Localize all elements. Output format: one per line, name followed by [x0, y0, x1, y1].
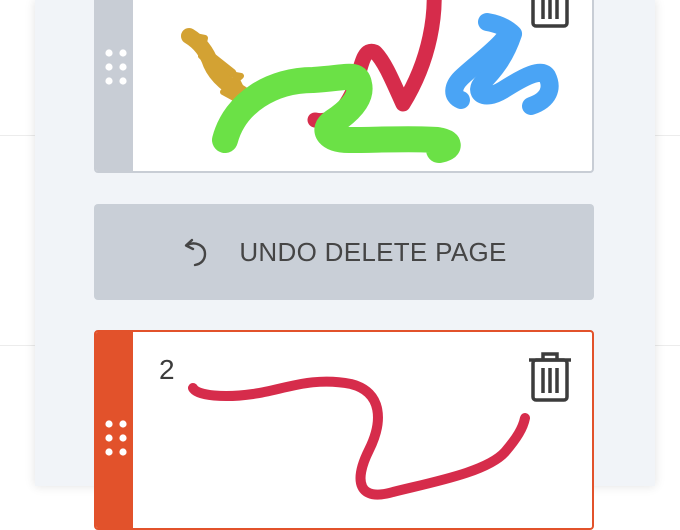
page-sidebar: 1 UNDO DELE	[35, 0, 655, 530]
undo-delete-page-button[interactable]: UNDO DELETE PAGE	[94, 204, 594, 300]
drag-handle-icon	[103, 47, 129, 87]
undo-arrow-icon	[185, 238, 207, 267]
page-drawing	[181, 0, 559, 163]
page-thumbnail-2[interactable]: 2	[94, 330, 594, 530]
undo-delete-page-label: UNDO DELETE PAGE	[239, 236, 507, 267]
drag-handle-icon	[103, 418, 129, 458]
page-drawing	[188, 376, 530, 500]
drag-handle[interactable]	[96, 332, 133, 528]
page-thumbnail-1[interactable]: 1	[94, 0, 594, 173]
drag-handle[interactable]	[96, 0, 133, 171]
